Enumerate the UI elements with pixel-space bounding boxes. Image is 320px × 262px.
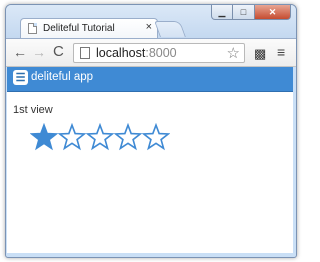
rating-star[interactable] xyxy=(58,123,86,151)
title-bar: Deliteful Tutorial × ▁ □ ✕ xyxy=(6,5,296,39)
page-icon xyxy=(28,23,37,34)
browser-menu-icon[interactable]: ≡ xyxy=(277,44,285,60)
rating-star[interactable] xyxy=(142,123,170,151)
page-icon xyxy=(80,47,90,59)
rating-star[interactable] xyxy=(86,123,114,151)
url-port: :8000 xyxy=(145,46,177,60)
star-empty-icon xyxy=(114,123,142,151)
app-title: deliteful app xyxy=(31,71,94,83)
forward-arrow-icon[interactable]: → xyxy=(32,44,46,60)
back-arrow-icon[interactable]: ← xyxy=(13,44,27,60)
url-host: localhost xyxy=(96,46,146,60)
address-url[interactable]: localhost:8000 xyxy=(96,46,177,60)
close-window-button[interactable]: ✕ xyxy=(255,5,291,20)
extension-icon[interactable]: ▩ xyxy=(254,46,266,62)
star-rating[interactable] xyxy=(30,123,170,151)
tab-title: Deliteful Tutorial xyxy=(43,23,115,34)
tab-close-icon[interactable]: × xyxy=(146,21,152,33)
minimize-button[interactable]: ▁ xyxy=(211,5,233,20)
hamburger-menu-icon[interactable]: ☰ xyxy=(13,70,28,85)
new-tab-button[interactable] xyxy=(154,21,186,37)
browser-tab[interactable]: Deliteful Tutorial × xyxy=(20,18,158,38)
app-header: ☰ deliteful app xyxy=(7,67,293,92)
view-label: 1st view xyxy=(13,104,53,116)
star-empty-icon xyxy=(142,123,170,151)
page-viewport: ☰ deliteful app 1st view xyxy=(7,67,293,253)
star-filled-icon xyxy=(30,123,58,151)
bookmark-star-icon[interactable]: ☆ xyxy=(227,44,240,62)
reload-icon[interactable]: C xyxy=(53,44,64,60)
browser-window: Deliteful Tutorial × ▁ □ ✕ ← → C localho… xyxy=(5,4,297,258)
maximize-button[interactable]: □ xyxy=(233,5,255,20)
browser-toolbar: ← → C localhost:8000 ☆ ▩ ≡ xyxy=(6,38,296,67)
address-bar[interactable]: localhost:8000 ☆ xyxy=(73,43,245,63)
star-empty-icon xyxy=(86,123,114,151)
rating-star[interactable] xyxy=(30,123,58,151)
rating-star[interactable] xyxy=(114,123,142,151)
window-controls: ▁ □ ✕ xyxy=(211,5,291,21)
star-empty-icon xyxy=(58,123,86,151)
